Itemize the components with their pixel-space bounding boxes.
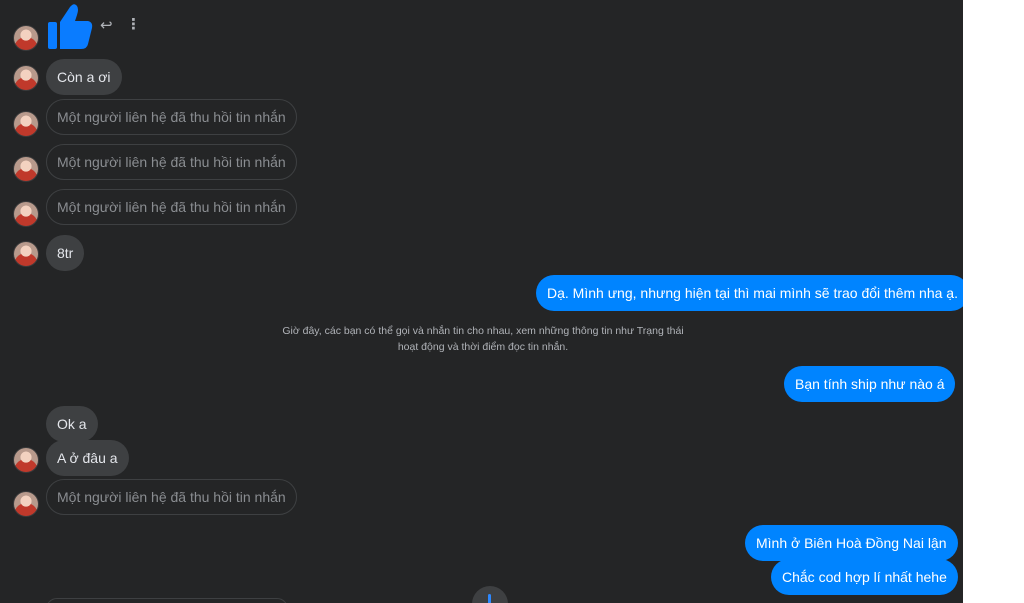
incoming-message[interactable]: Ok a xyxy=(46,406,98,442)
recalled-message-partial xyxy=(46,598,288,603)
contact-avatar[interactable] xyxy=(14,112,38,136)
contact-avatar[interactable] xyxy=(14,157,38,181)
contact-avatar[interactable] xyxy=(14,202,38,226)
contact-avatar[interactable] xyxy=(14,242,38,266)
thumbs-up-icon xyxy=(48,4,93,50)
outgoing-message[interactable]: Dạ. Mình ưng, nhưng hiện tại thì mai mìn… xyxy=(536,275,963,311)
outgoing-message[interactable]: Mình ở Biên Hoà Đồng Nai lận xyxy=(745,525,958,561)
outgoing-message[interactable]: Bạn tính ship như nào á xyxy=(784,366,956,402)
incoming-message[interactable]: Còn a ơi xyxy=(46,59,122,95)
incoming-message[interactable]: A ở đâu a xyxy=(46,440,129,476)
system-notice: Giờ đây, các bạn có thể gọi và nhắn tin … xyxy=(268,323,698,355)
contact-avatar[interactable] xyxy=(14,448,38,472)
system-notice-line: Giờ đây, các bạn có thể gọi và nhắn tin … xyxy=(282,325,684,337)
recalled-message[interactable]: Một người liên hệ đã thu hồi tin nhắn xyxy=(46,479,297,515)
outgoing-message[interactable]: Chắc cod hợp lí nhất hehe xyxy=(771,559,958,595)
incoming-message[interactable]: 8tr xyxy=(46,235,85,271)
system-notice-line: hoạt động và thời điểm đọc tin nhắn. xyxy=(397,341,569,353)
contact-avatar[interactable] xyxy=(14,492,38,516)
blank-panel xyxy=(963,0,1024,603)
contact-avatar[interactable] xyxy=(14,66,38,90)
chat-thread: ↩ ⋮ Còn a ơi Một người liên hệ đã thu hồ… xyxy=(0,0,963,603)
recalled-message[interactable]: Một người liên hệ đã thu hồi tin nhắn xyxy=(46,99,297,135)
contact-avatar[interactable] xyxy=(14,26,38,50)
more-vertical-icon[interactable]: ⋮ xyxy=(126,15,141,33)
reply-icon[interactable]: ↩ xyxy=(100,16,113,34)
scroll-down-button[interactable] xyxy=(472,586,508,603)
recalled-message[interactable]: Một người liên hệ đã thu hồi tin nhắn xyxy=(46,144,297,180)
recalled-message[interactable]: Một người liên hệ đã thu hồi tin nhắn xyxy=(46,189,297,225)
scroll-down-icon xyxy=(488,594,491,603)
